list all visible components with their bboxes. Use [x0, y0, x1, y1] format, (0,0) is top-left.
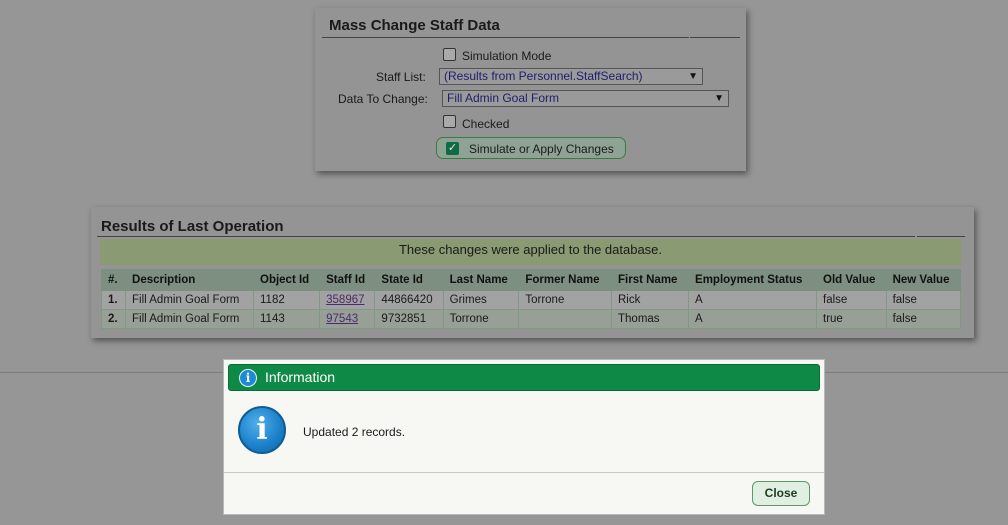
title-underline-right: [690, 37, 740, 38]
checked-checkbox[interactable]: [443, 115, 456, 128]
state-id-cell: 9732851: [374, 309, 444, 329]
results-banner: These changes were applied to the databa…: [100, 239, 961, 265]
column-header: Staff Id: [319, 269, 376, 291]
info-icon: i: [238, 406, 286, 454]
dialog-divider: [224, 472, 824, 473]
title-underline: [97, 236, 915, 237]
simulation-mode-label: Simulation Mode: [462, 49, 552, 63]
old-value-cell: false: [816, 290, 887, 310]
staff-list-label: Staff List:: [376, 70, 426, 84]
column-header: #.: [100, 269, 127, 291]
row-number: 1.: [100, 290, 127, 310]
results-title: Results of Last Operation: [101, 218, 284, 235]
column-header: Last Name: [442, 269, 520, 291]
simulate-apply-button[interactable]: ✓ Simulate or Apply Changes: [436, 137, 626, 159]
employment-status-cell: A: [688, 290, 818, 310]
column-header: Employment Status: [688, 269, 818, 291]
close-button[interactable]: Close: [752, 481, 810, 506]
column-header: Old Value: [816, 269, 887, 291]
column-header: Object Id: [252, 269, 321, 291]
data-to-change-select[interactable]: Fill Admin Goal Form ▼: [442, 90, 729, 107]
staff-list-select[interactable]: (Results from Personnel.StaffSearch) ▼: [439, 68, 703, 85]
dialog-header: i Information: [228, 364, 820, 391]
results-table: #. Description Object Id Staff Id State …: [100, 269, 962, 329]
description-cell: Fill Admin Goal Form: [125, 290, 254, 310]
state-id-cell: 44866420: [374, 290, 444, 310]
staff-id-cell: 358967: [319, 290, 376, 310]
first-name-cell: Rick: [610, 290, 690, 310]
dialog-message: Updated 2 records.: [303, 425, 406, 439]
checked-label: Checked: [462, 117, 510, 131]
dialog-title: Information: [265, 369, 336, 385]
old-value-cell: true: [816, 309, 887, 329]
employment-status-cell: A: [688, 309, 818, 329]
chevron-down-icon: ▼: [714, 93, 724, 104]
title-underline-right: [917, 236, 965, 237]
first-name-cell: Thomas: [610, 309, 690, 329]
results-panel: Results of Last Operation These changes …: [91, 207, 974, 338]
object-id-cell: 1182: [252, 290, 321, 310]
former-name-cell: Torrone: [518, 290, 612, 310]
column-header: First Name: [610, 269, 690, 291]
column-header: Former Name: [518, 269, 612, 291]
table-row: 2. Fill Admin Goal Form 1143 97543 97328…: [100, 309, 962, 329]
table-header-row: #. Description Object Id Staff Id State …: [100, 269, 962, 291]
mass-change-panel: Mass Change Staff Data Simulation Mode S…: [315, 8, 746, 171]
table-row: 1. Fill Admin Goal Form 1182 358967 4486…: [100, 290, 962, 310]
checkmark-icon: ✓: [446, 142, 459, 155]
staff-id-link[interactable]: 97543: [326, 313, 358, 325]
former-name-cell: [518, 309, 612, 329]
last-name-cell: Torrone: [442, 309, 520, 329]
staff-id-link[interactable]: 358967: [326, 294, 364, 306]
new-value-cell: false: [885, 309, 962, 329]
data-to-change-label: Data To Change:: [338, 92, 428, 106]
simulation-mode-checkbox[interactable]: [443, 48, 456, 61]
info-icon: i: [239, 369, 257, 387]
object-id-cell: 1143: [252, 309, 321, 329]
staff-id-cell: 97543: [319, 309, 376, 329]
column-header: State Id: [374, 269, 444, 291]
chevron-down-icon: ▼: [688, 71, 698, 82]
data-to-change-value: Fill Admin Goal Form: [447, 91, 560, 105]
new-value-cell: false: [885, 290, 962, 310]
row-number: 2.: [100, 309, 127, 329]
apply-button-label: Simulate or Apply Changes: [469, 142, 614, 156]
column-header: New Value: [885, 269, 962, 291]
column-header: Description: [125, 269, 254, 291]
panel-title: Mass Change Staff Data: [329, 17, 500, 34]
information-dialog: i Information i Updated 2 records. Close: [223, 359, 825, 515]
last-name-cell: Grimes: [442, 290, 520, 310]
staff-list-value: (Results from Personnel.StaffSearch): [444, 69, 643, 83]
title-underline: [322, 37, 689, 38]
description-cell: Fill Admin Goal Form: [125, 309, 254, 329]
